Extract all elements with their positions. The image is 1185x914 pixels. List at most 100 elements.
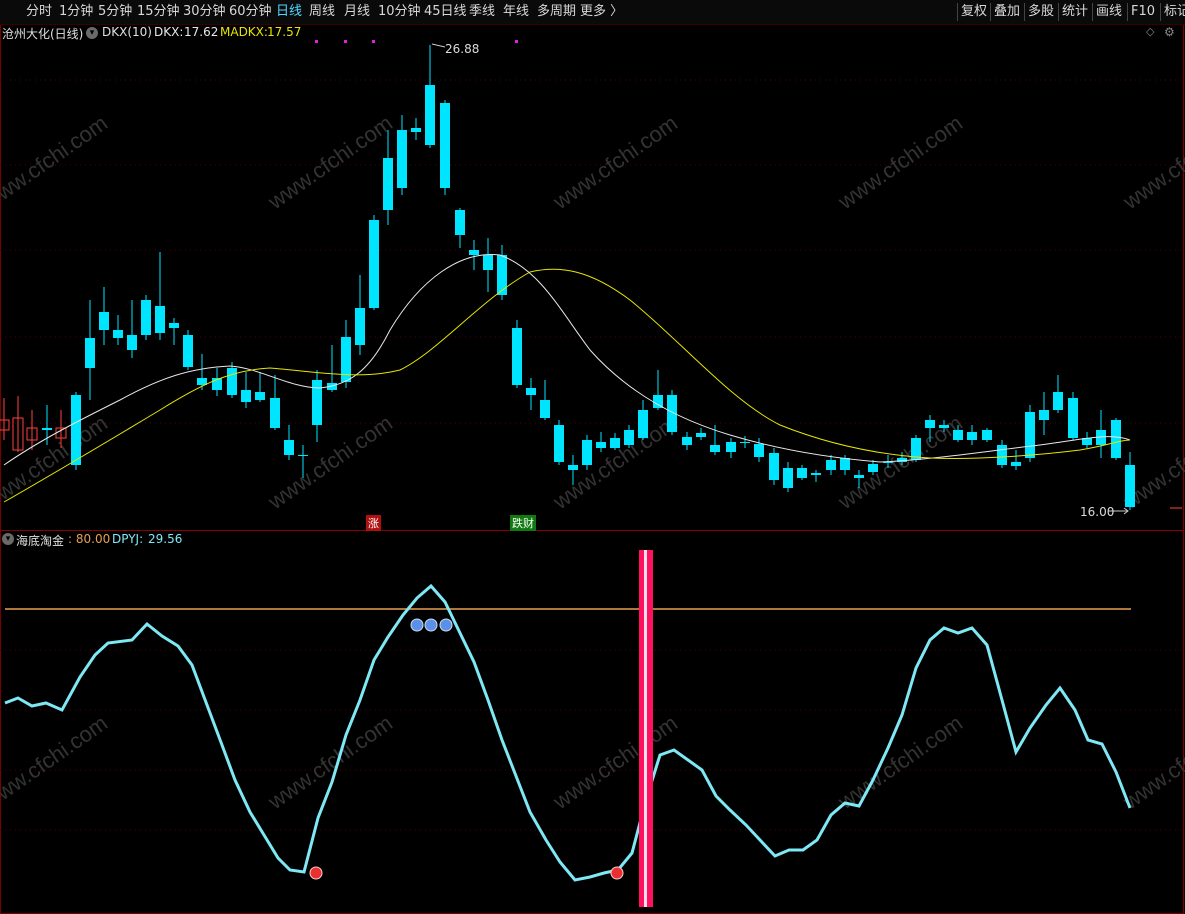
candle-body [754, 444, 764, 457]
candle-body [726, 442, 736, 452]
candle-body [953, 430, 963, 440]
candle-body [610, 438, 620, 448]
watermark-text: www.cfchi.com [263, 110, 397, 214]
candle-body [183, 335, 193, 367]
high-price-marker: 26.88 [445, 42, 480, 56]
candle-body [341, 337, 351, 382]
candle-body [982, 430, 992, 440]
watermark-text: www.cfchi.com [548, 110, 682, 214]
candle-body [1125, 465, 1135, 507]
candle-body [840, 458, 850, 470]
lower-indicator-name[interactable]: 海底淘金 [16, 532, 64, 549]
madkx-label: MADKX: [220, 25, 268, 39]
watermark-text: www.cfchi.com [548, 410, 682, 514]
candle-body [526, 388, 536, 395]
dkx-label: DKX: [154, 25, 184, 39]
signal-dot [315, 40, 318, 43]
candle-body [624, 430, 634, 445]
candle-body [197, 378, 207, 385]
level-value: : 80.00 [68, 532, 111, 546]
low-price-marker: 16.00 [1080, 505, 1115, 519]
candle-body [298, 455, 308, 456]
candle-body [169, 323, 179, 328]
candle-body [469, 250, 479, 255]
dpyj-value: 29.56 [148, 532, 183, 546]
candle-body [582, 440, 592, 465]
candle-body [497, 255, 507, 295]
candle-body [113, 330, 123, 338]
candle-body [1111, 420, 1121, 458]
candle-body [740, 442, 750, 443]
candle-body [455, 210, 465, 235]
signal-dot [515, 40, 518, 43]
candle-body [312, 380, 322, 425]
candle-body [141, 300, 151, 335]
candle-body [512, 328, 522, 385]
candle-body [925, 420, 935, 428]
candle-body [682, 437, 692, 445]
candle-body [425, 85, 435, 145]
candle-body [1053, 392, 1063, 410]
candle-body [1039, 410, 1049, 420]
candle-body [1011, 462, 1021, 466]
candle-body [826, 460, 836, 470]
signal-up-badge: 涨 [366, 515, 381, 531]
candle-body [854, 475, 864, 478]
candle-body [710, 445, 720, 452]
candle-body [868, 464, 878, 472]
signal-dot [372, 40, 375, 43]
candle-body [540, 400, 550, 418]
watermark-text: www.cfchi.com [263, 710, 397, 814]
candle-body [411, 128, 421, 132]
candle-body [797, 468, 807, 478]
candle-body [811, 473, 821, 475]
collapse-icon[interactable]: ▾ [2, 533, 14, 545]
signal-dot [344, 40, 347, 43]
stock-name: 沧州大化(日线) [2, 27, 84, 41]
buy-bubble [309, 866, 323, 880]
candle-body [440, 103, 450, 188]
diamond-icon[interactable]: ◇ [1146, 25, 1154, 38]
candle-body [1068, 398, 1078, 438]
candle-body [241, 390, 251, 402]
candle-body [939, 425, 949, 428]
candle-body [638, 410, 648, 438]
candle-body [383, 158, 393, 210]
settings-icon[interactable]: ⚙ [1164, 25, 1175, 39]
sell-bubble [439, 618, 453, 632]
chart-canvas[interactable]: www.cfchi.com www.cfchi.com www.cfchi.com w… [0, 0, 1185, 914]
watermark-text: www.cfchi.com [0, 410, 112, 514]
candle-body [997, 445, 1007, 465]
dpyj-label: DPYJ: [112, 532, 144, 546]
indicator-name[interactable]: DKX(10) [102, 25, 152, 39]
watermark-text: www.cfchi.com [263, 410, 397, 514]
watermark-text: www.cfchi.com [0, 110, 112, 214]
candle-body [227, 368, 237, 395]
high-arrow [431, 43, 446, 48]
candle-body [255, 392, 265, 400]
sell-bubble [424, 618, 438, 632]
watermark-text: www.cfchi.com [833, 710, 967, 814]
candle-body [85, 338, 95, 368]
candle-body [554, 425, 564, 462]
candle-body [696, 433, 706, 437]
candle-body [284, 440, 294, 455]
candle-body [42, 428, 52, 430]
alert-bar-highlight [644, 550, 647, 907]
candle-body [568, 465, 578, 470]
candle-body [369, 220, 379, 308]
candle-body [99, 312, 109, 330]
candle-body [270, 398, 280, 428]
watermark-text: www.cfchi.com [0, 710, 112, 814]
candle-body [783, 468, 793, 488]
candle-body [127, 335, 137, 350]
sell-bubble [410, 618, 424, 632]
candle-body [769, 453, 779, 480]
collapse-icon[interactable]: ▾ [86, 27, 98, 39]
candle-body [397, 130, 407, 188]
candle-body [355, 308, 365, 345]
dkx-value: 17.62 [184, 25, 219, 39]
madkx-value: 17.57 [267, 25, 302, 39]
signal-down-badge: 跌财 [510, 515, 536, 531]
candle-body [596, 442, 606, 448]
